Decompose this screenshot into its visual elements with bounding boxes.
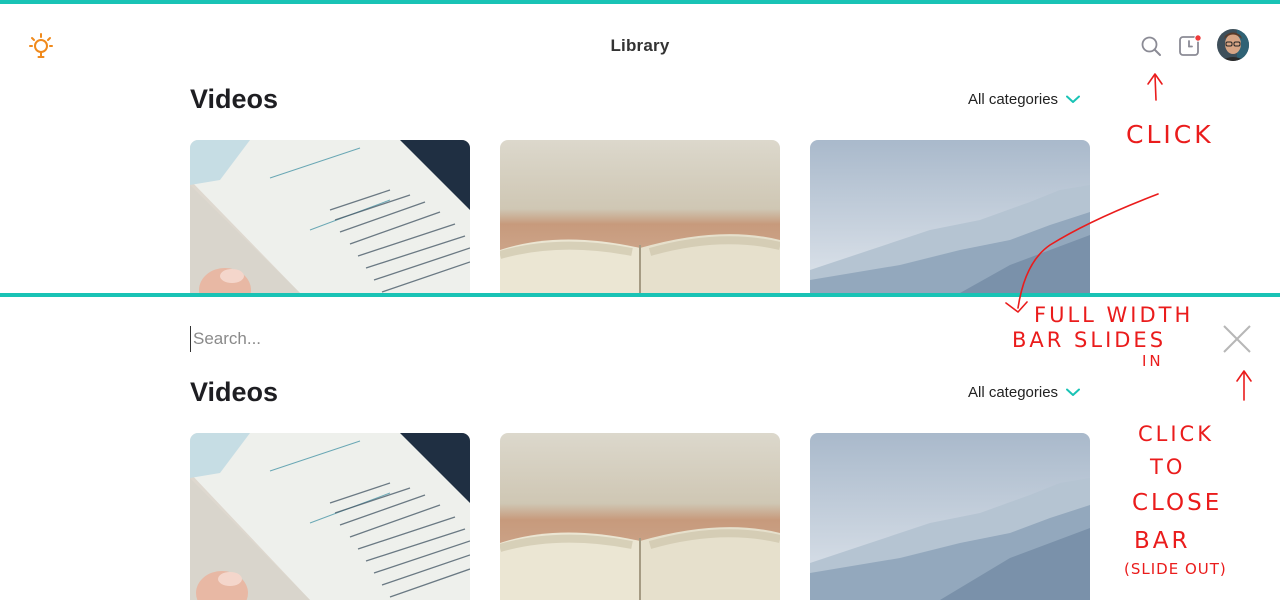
annotation-slide-line2: BAR SLIDES xyxy=(1012,328,1167,352)
search-bar-top-border xyxy=(0,293,1280,297)
chevron-down-icon xyxy=(1066,95,1081,103)
category-dropdown-label: All categories xyxy=(968,91,1059,108)
category-dropdown-label: All categories xyxy=(968,384,1059,401)
annotation-close-line3: CLOSE xyxy=(1132,490,1223,516)
category-dropdown[interactable]: All categories xyxy=(968,91,1081,108)
video-thumbnail-mountains[interactable] xyxy=(810,433,1090,600)
search-input[interactable] xyxy=(190,326,893,352)
video-thumbnail-mountains[interactable] xyxy=(810,140,1090,293)
video-thumbnail-open-book[interactable] xyxy=(500,140,780,293)
category-dropdown[interactable]: All categories xyxy=(968,384,1081,401)
search-icon[interactable] xyxy=(1140,35,1162,57)
annotation-close-line5: (SLIDE OUT) xyxy=(1124,560,1227,578)
section-heading: Videos xyxy=(190,84,279,114)
annotation-slide-line3: IN xyxy=(1142,352,1164,370)
top-accent-bar xyxy=(0,0,1280,4)
page-title: Library xyxy=(610,36,670,55)
annotation-close-line1: CLICK xyxy=(1138,422,1214,446)
section-heading: Videos xyxy=(190,377,279,407)
annotation-close-line2: TO xyxy=(1150,455,1186,479)
video-thumbnail-book-page[interactable] xyxy=(190,433,470,600)
annotation-slide-line1: FULL WIDTH xyxy=(1034,303,1194,327)
video-thumbnail-open-book[interactable] xyxy=(500,433,780,600)
close-icon[interactable] xyxy=(1222,324,1252,354)
annotation-close-line4: BAR xyxy=(1134,528,1191,554)
notification-icon[interactable] xyxy=(1178,34,1202,58)
user-avatar[interactable] xyxy=(1217,29,1249,61)
annotation-click: CLICK xyxy=(1126,120,1214,149)
video-thumbnail-book-page[interactable] xyxy=(190,140,470,293)
chevron-down-icon xyxy=(1066,388,1081,396)
